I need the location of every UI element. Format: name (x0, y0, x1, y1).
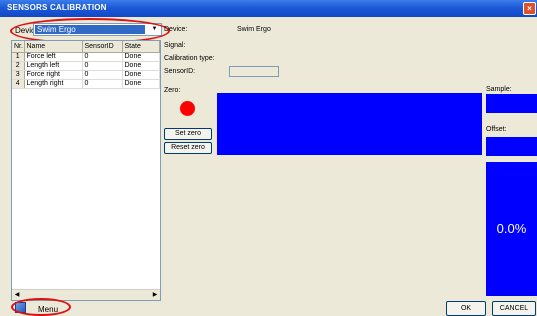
zero-signal-display (217, 93, 482, 155)
offset-display (486, 137, 537, 156)
scroll-left-icon[interactable]: ◀ (12, 290, 22, 300)
sensor-state: Done (122, 61, 160, 71)
sensor-state: Done (122, 70, 160, 80)
table-row[interactable]: 1 Force left 0 Done (12, 52, 160, 62)
status-led-icon (180, 101, 195, 116)
sensor-id: 0 (82, 61, 123, 71)
sensor-table: Nr. Name SensorID State 1 Force left 0 D… (11, 40, 161, 301)
sensor-id-field (229, 66, 279, 77)
table-row[interactable]: 4 Length right 0 Done (12, 79, 160, 89)
table-row[interactable]: 2 Length left 0 Done (12, 61, 160, 71)
sensor-name: Force right (24, 70, 83, 80)
title-bar: SENSORS CALIBRATION × (0, 0, 537, 17)
scroll-right-icon[interactable]: ▶ (150, 290, 160, 300)
table-header-row: Nr. Name SensorID State (12, 41, 160, 53)
close-button[interactable]: × (523, 2, 536, 15)
column-header-state[interactable]: State (122, 41, 160, 53)
ok-button[interactable]: OK (446, 301, 486, 316)
highlight-ellipse-menu (11, 298, 71, 316)
sensor-id: 0 (82, 70, 123, 80)
sensor-name: Length right (24, 79, 83, 89)
cancel-button[interactable]: CANCEL (492, 301, 536, 316)
percent-display: 0.0% (486, 162, 537, 296)
row-number: 3 (12, 70, 25, 80)
offset-label: Offset: (486, 126, 507, 133)
row-number: 1 (12, 52, 25, 62)
detail-device-value: Swim Ergo (237, 26, 271, 33)
column-header-name[interactable]: Name (24, 41, 83, 53)
sensor-id: 0 (82, 79, 123, 89)
column-header-nr[interactable]: Nr. (12, 41, 25, 53)
sensor-name: Force left (24, 52, 83, 62)
zero-label: Zero: (164, 87, 181, 94)
reset-zero-button[interactable]: Reset zero (164, 142, 212, 154)
detail-device-label: Device: (164, 26, 188, 33)
set-zero-button[interactable]: Set zero (164, 128, 212, 140)
sensor-state: Done (122, 79, 160, 89)
sensor-id-label: SensorID: (164, 68, 196, 75)
sensor-state: Done (122, 52, 160, 62)
window-title: SENSORS CALIBRATION (7, 3, 107, 12)
row-number: 2 (12, 61, 25, 71)
signal-label: Signal: (164, 42, 186, 49)
sensor-id: 0 (82, 52, 123, 62)
sample-display (486, 94, 537, 113)
sensor-name: Length left (24, 61, 83, 71)
column-header-sensorid[interactable]: SensorID (82, 41, 123, 53)
row-number: 4 (12, 79, 25, 89)
calibration-type-label: Calibration type: (164, 55, 215, 62)
sample-label: Sample: (486, 86, 512, 93)
table-row[interactable]: 3 Force right 0 Done (12, 70, 160, 80)
